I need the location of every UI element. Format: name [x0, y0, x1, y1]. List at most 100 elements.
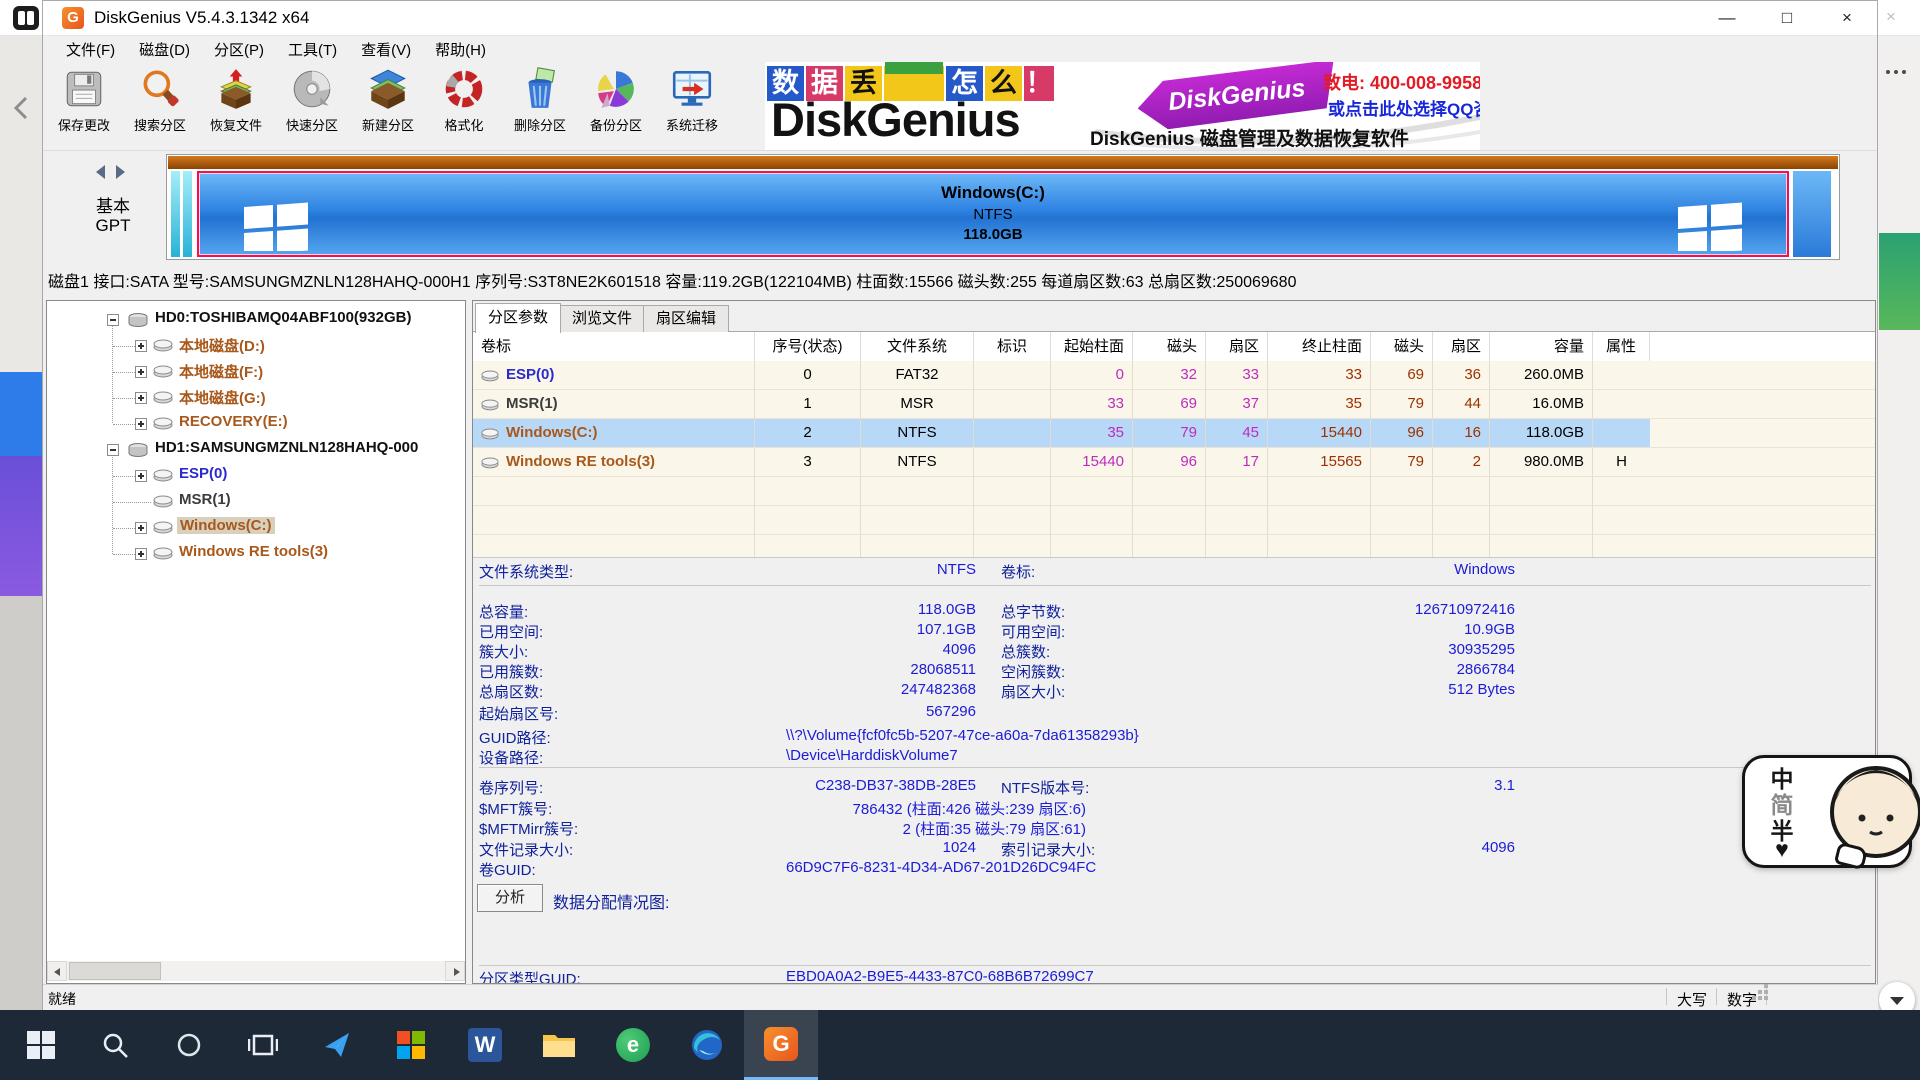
tree-item-esp[interactable]: ESP(0)	[47, 463, 465, 489]
expand-icon[interactable]	[135, 470, 147, 482]
tree-item-msr[interactable]: MSR(1)	[47, 489, 465, 515]
expand-icon[interactable]	[135, 392, 147, 404]
taskbar-diskgenius-active[interactable]: G	[744, 1010, 818, 1080]
save-changes-button[interactable]: 保存更改	[46, 62, 122, 148]
ad-banner[interactable]: 数 据 丢 怎 么 ！ DiskGenius DiskGenius 致电: 40…	[765, 62, 1480, 150]
collapse-icon[interactable]	[107, 314, 119, 326]
resize-grip[interactable]	[1752, 996, 1756, 1000]
ad-tile-accent	[885, 62, 943, 74]
tree-item-windows-re-tools[interactable]: Windows RE tools(3)	[47, 541, 465, 567]
pinned-app-store[interactable]	[374, 1010, 448, 1080]
expand-icon[interactable]	[135, 340, 147, 352]
menu-partition[interactable]: 分区(P)	[203, 37, 275, 62]
col-header[interactable]: 终止柱面	[1268, 332, 1371, 362]
ad-tile: ！	[1024, 66, 1054, 101]
segment-filesystem: NTFS	[199, 206, 1787, 223]
search-partition-button[interactable]: 搜索分区	[122, 62, 198, 148]
tab-partition-parameters[interactable]: 分区参数	[475, 303, 561, 333]
taskbar-search-button[interactable]	[78, 1010, 152, 1080]
expand-icon[interactable]	[135, 548, 147, 560]
back-arrow-icon[interactable]	[8, 94, 36, 122]
esp-partition-segment[interactable]	[171, 171, 180, 257]
col-header[interactable]: 扇区	[1433, 332, 1490, 362]
scroll-left-icon[interactable]	[47, 961, 67, 981]
screen: G DiskGenius V5.4.3.1342 x64 — □ × × 文件(…	[0, 0, 1920, 1080]
quick-partition-button[interactable]: 快速分区	[274, 62, 350, 148]
scrollbar-thumb[interactable]	[69, 962, 161, 980]
expand-icon[interactable]	[135, 418, 147, 430]
recover-files-icon	[213, 66, 259, 112]
prev-disk-arrow-icon[interactable]	[96, 165, 105, 179]
menu-tools[interactable]: 工具(T)	[277, 37, 348, 62]
background-window-icon[interactable]	[13, 6, 39, 30]
menu-view[interactable]: 查看(V)	[350, 37, 422, 62]
start-button[interactable]	[4, 1010, 78, 1080]
analyze-button[interactable]: 分析	[477, 884, 543, 912]
col-header[interactable]: 属性	[1593, 332, 1650, 362]
cortana-button[interactable]	[152, 1010, 226, 1080]
segment-size: 118.0GB	[199, 226, 1787, 243]
recover-files-button[interactable]: 恢复文件	[198, 62, 274, 148]
partition-scheme-label: GPT	[78, 216, 148, 236]
expand-icon[interactable]	[135, 522, 147, 534]
delete-partition-button[interactable]: 删除分区	[502, 62, 578, 148]
tree-item-local-disk-g[interactable]: 本地磁盘(G:)	[47, 385, 465, 411]
background-close-icon[interactable]: ×	[1886, 7, 1896, 27]
backup-partition-button[interactable]: 备份分区	[578, 62, 654, 148]
tree-item-hd0[interactable]: HD0:TOSHIBAMQ04ABF100(932GB)	[47, 307, 465, 333]
partition-icon	[153, 468, 173, 482]
tree-item-local-disk-d[interactable]: 本地磁盘(D:)	[47, 333, 465, 359]
col-header[interactable]: 文件系统	[861, 332, 974, 362]
col-header[interactable]: 容量	[1490, 332, 1593, 362]
ad-qq-link[interactable]: 或点击此处选择QQ咨询	[1328, 95, 1480, 120]
expand-icon[interactable]	[135, 366, 147, 378]
hard-disk-icon	[127, 312, 149, 329]
menu-disk[interactable]: 磁盘(D)	[128, 37, 201, 62]
tree-item-local-disk-f[interactable]: 本地磁盘(F:)	[47, 359, 465, 385]
tab-sector-editor[interactable]: 扇区编辑	[643, 305, 729, 332]
volume-guid-value: 66D9C7F6-8231-4D34-AD67-201D26DC94FC	[786, 859, 1096, 879]
pinned-app-green-browser[interactable]: e	[596, 1010, 670, 1080]
windows-re-partition-segment[interactable]	[1793, 171, 1831, 257]
col-header[interactable]: 起始柱面	[1051, 332, 1133, 362]
menu-help[interactable]: 帮助(H)	[424, 37, 497, 62]
col-header[interactable]: 磁头	[1133, 332, 1206, 362]
minimize-button[interactable]: —	[1698, 0, 1756, 36]
filesystem-details: 文件系统类型:NTFS卷标:Windows 总容量:118.0GB总字节数:12…	[473, 557, 1876, 984]
col-header[interactable]: 卷标	[473, 332, 755, 362]
pinned-app-messenger[interactable]	[300, 1010, 374, 1080]
maximize-button[interactable]: □	[1758, 0, 1816, 36]
diskgenius-app-icon: G	[62, 7, 84, 29]
pinned-app-word[interactable]: W	[448, 1010, 522, 1080]
more-options-icon[interactable]	[1886, 70, 1890, 74]
scroll-right-icon[interactable]	[445, 961, 465, 981]
next-disk-arrow-icon[interactable]	[116, 165, 125, 179]
col-header[interactable]: 磁头	[1371, 332, 1433, 362]
quick-partition-icon	[289, 66, 335, 112]
partition-icon	[481, 427, 499, 440]
pinned-app-edge[interactable]	[670, 1010, 744, 1080]
task-view-button[interactable]	[226, 1010, 300, 1080]
tab-browse-files[interactable]: 浏览文件	[559, 305, 645, 332]
windows-c-partition-segment[interactable]: Windows(C:) NTFS 118.0GB	[197, 171, 1789, 257]
colorful-app-icon	[396, 1030, 426, 1060]
partition-icon	[153, 520, 173, 534]
pinned-app-file-explorer[interactable]	[522, 1010, 596, 1080]
tree-horizontal-scrollbar[interactable]	[47, 961, 465, 981]
tree-item-hd1[interactable]: HD1:SAMSUNGMZNLN128HAHQ-000	[47, 437, 465, 463]
format-button[interactable]: 格式化	[426, 62, 502, 148]
close-button[interactable]: ×	[1818, 0, 1876, 36]
delete-partition-icon	[517, 66, 563, 112]
col-header[interactable]: 扇区	[1206, 332, 1268, 362]
tree-item-recovery-e[interactable]: RECOVERY(E:)	[47, 411, 465, 437]
collapse-icon[interactable]	[107, 444, 119, 456]
system-migration-button[interactable]: 系统迁移	[654, 62, 730, 148]
msr-partition-segment[interactable]	[183, 171, 192, 257]
col-header[interactable]: 标识	[974, 332, 1051, 362]
partition-detail-panel: 分区参数 浏览文件 扇区编辑 卷标 序号(状态) 文件系统 标识 起始柱面 磁头…	[472, 300, 1876, 984]
menu-file[interactable]: 文件(F)	[55, 37, 126, 62]
col-header[interactable]: 序号(状态)	[755, 332, 861, 362]
heart-icon[interactable]: ♥	[1767, 836, 1797, 863]
tree-item-windows-c[interactable]: Windows(C:)	[47, 515, 465, 541]
new-partition-button[interactable]: 新建分区	[350, 62, 426, 148]
